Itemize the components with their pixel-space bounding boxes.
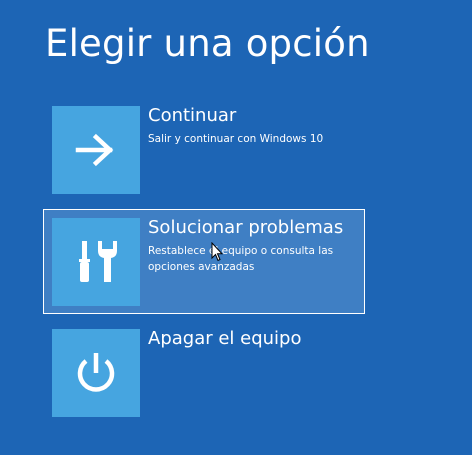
page-title: Elegir una opción — [45, 22, 370, 65]
option-troubleshoot[interactable]: Solucionar problemas Restablece el equip… — [43, 209, 365, 314]
arrow-right-icon — [75, 133, 114, 167]
recovery-screen: Elegir una opción Continuar Salir y cont… — [0, 0, 472, 455]
option-troubleshoot-description: Restablece el equipo o consulta las opci… — [148, 245, 334, 273]
option-continue-title: Continuar — [148, 105, 237, 126]
option-shutdown-title: Apagar el equipo — [148, 328, 302, 349]
option-continue-description: Salir y continuar con Windows 10 — [148, 133, 324, 145]
tools-icon — [79, 241, 117, 282]
option-troubleshoot-tile — [52, 218, 140, 306]
option-troubleshoot-title: Solucionar problemas — [148, 217, 344, 238]
option-shutdown[interactable]: Apagar el equipo — [43, 320, 365, 425]
option-continue[interactable]: Continuar Salir y continuar con Windows … — [43, 97, 365, 202]
power-icon — [77, 353, 115, 392]
option-shutdown-tile — [52, 329, 140, 417]
option-continue-tile — [52, 106, 140, 194]
